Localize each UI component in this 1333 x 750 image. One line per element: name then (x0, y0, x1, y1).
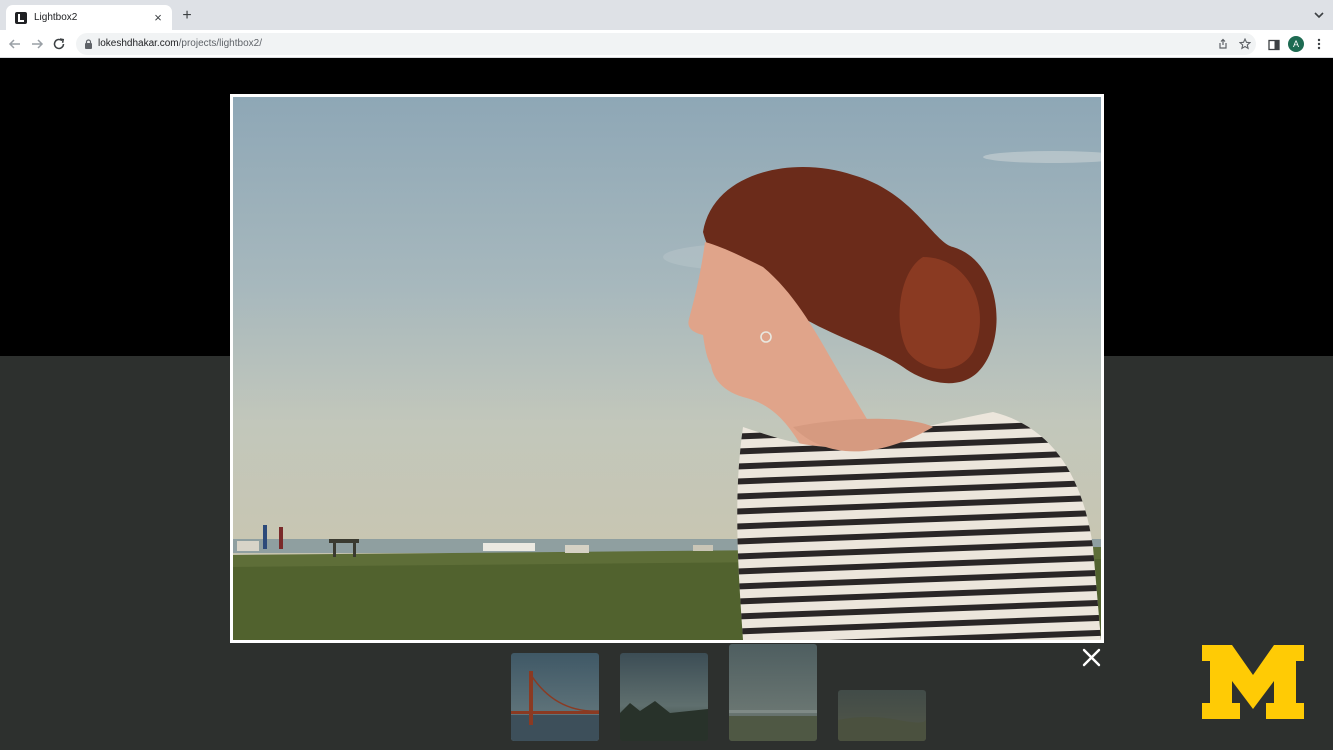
forward-arrow-icon[interactable] (29, 36, 45, 52)
share-icon[interactable] (1217, 38, 1229, 50)
tab-strip: Lightbox2 × + (0, 0, 1333, 30)
url-text[interactable]: lokeshdhakar.com/projects/lightbox2/ (98, 38, 262, 49)
bookmark-star-icon[interactable] (1239, 38, 1251, 50)
reload-icon[interactable] (51, 36, 67, 52)
web-page (0, 59, 1333, 750)
browser-toolbar: lokeshdhakar.com/projects/lightbox2/ A (0, 30, 1333, 58)
thumbnail-golden-gate-bridge[interactable] (511, 653, 599, 741)
address-bar[interactable]: lokeshdhakar.com/projects/lightbox2/ (76, 33, 1256, 55)
lightbox-favicon-icon (15, 11, 27, 24)
lightbox-close-icon[interactable] (1082, 648, 1101, 667)
tab-search-chevron-down-icon[interactable] (1313, 9, 1325, 21)
more-menu-icon[interactable] (1313, 37, 1325, 51)
thumbnail-faded-landscape[interactable] (838, 690, 926, 741)
tab-close-icon[interactable]: × (152, 11, 164, 24)
back-arrow-icon[interactable] (7, 36, 23, 52)
lock-icon[interactable] (84, 39, 93, 49)
lightbox-image-frame[interactable] (230, 94, 1104, 643)
new-tab-plus-icon[interactable]: + (179, 8, 195, 24)
profile-avatar[interactable]: A (1288, 36, 1304, 52)
side-panel-icon[interactable] (1268, 39, 1280, 51)
photo-woman-striped-shirt-image (233, 97, 1101, 640)
tab-title: Lightbox2 (34, 12, 78, 23)
url-domain: lokeshdhakar.com (98, 38, 179, 49)
university-of-michigan-block-m-logo (1202, 645, 1304, 719)
browser-tab[interactable]: Lightbox2 × (6, 5, 172, 30)
thumbnail-hazy-shoreline[interactable] (729, 644, 817, 741)
thumbnail-misty-landscape[interactable] (620, 653, 708, 741)
url-path: /projects/lightbox2/ (178, 38, 262, 49)
